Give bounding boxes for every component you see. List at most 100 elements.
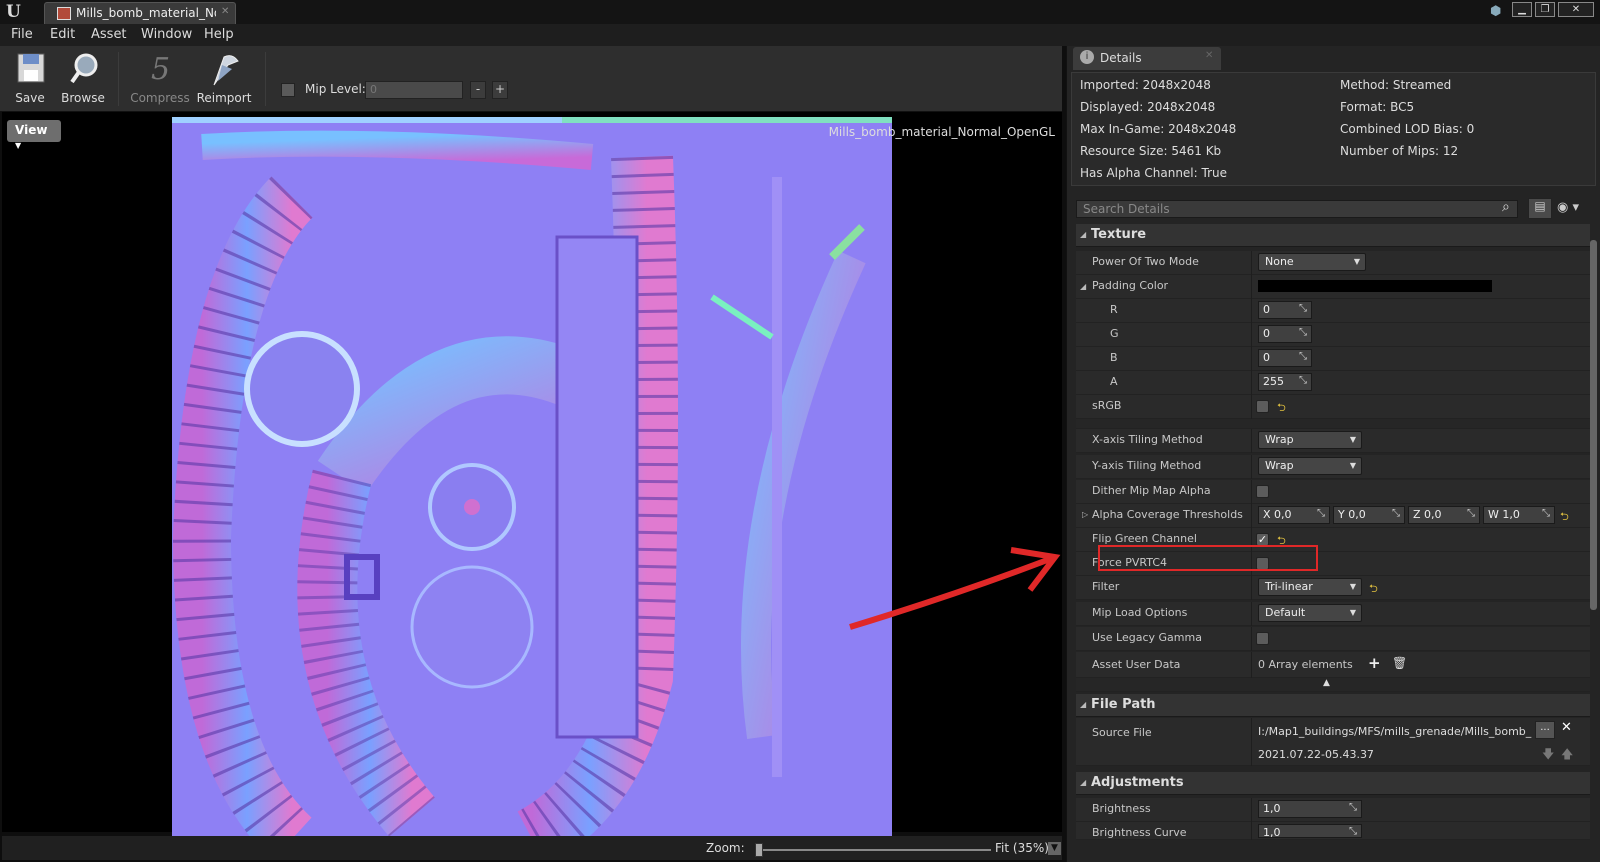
spin-arrows-icon: ⤡ [1299, 351, 1307, 362]
source-file-path: I:/Map1_buildings/MFS/mills_grenade/Mill… [1258, 725, 1532, 738]
save-button[interactable]: Save [5, 49, 55, 109]
browse-magnifier-icon [70, 53, 98, 84]
clear-icon[interactable]: ✕ [1561, 720, 1572, 735]
r-field[interactable]: 0 ⤡ [1258, 301, 1312, 319]
add-element-icon[interactable]: + [1368, 654, 1381, 672]
expand-triangle-icon[interactable]: ▷ [1082, 510, 1088, 519]
mip-minus-button[interactable]: - [470, 81, 486, 99]
brightness-field[interactable]: 1,0 ⤡ [1258, 800, 1362, 818]
asset-tab[interactable]: Mills_bomb_material_Norm ✕ [44, 2, 236, 24]
collapse-triangle-icon: ◢ [1080, 778, 1087, 787]
advanced-toggle-row[interactable]: ▲ [1076, 678, 1590, 692]
row-brightness: Brightness 1,0 ⤡ [1076, 798, 1590, 822]
zoom-slider[interactable] [756, 849, 991, 851]
details-scrollbar[interactable] [1590, 240, 1597, 610]
mip-load-dropdown[interactable]: Default ▼ [1258, 604, 1362, 622]
alpha-x-field[interactable]: X 0,0 ⤡ [1258, 506, 1330, 524]
search-icon[interactable]: ⌕ [1502, 199, 1518, 217]
b-field[interactable]: 0 ⤡ [1258, 349, 1312, 367]
brightness-curve-field[interactable]: 1,0 ⤡ [1258, 824, 1362, 839]
normal-map-image [172, 117, 892, 839]
menu-help[interactable]: Help [204, 27, 234, 42]
search-details-input[interactable]: Search Details [1076, 200, 1518, 218]
view-menu-button[interactable]: View ▼ [7, 120, 61, 150]
brightness-curve-value: 1,0 [1263, 826, 1281, 839]
source-control-icon[interactable]: ⬢ [1490, 4, 1508, 19]
toolbar: Save Browse 5 Compress Reimport [0, 46, 1062, 112]
browse-file-button[interactable]: ... [1535, 721, 1555, 739]
red-highlight-box [1098, 545, 1318, 571]
spin-arrows-icon: ⤡ [1467, 508, 1475, 519]
alpha-w-field[interactable]: W 1,0 ⤡ [1483, 506, 1555, 524]
filter-value: Tri-linear [1265, 580, 1313, 593]
move-down-icon[interactable]: 🡇 [1542, 745, 1554, 766]
section-adjustments-title: Adjustments [1091, 775, 1184, 790]
collapse-advanced-icon[interactable]: ▲ [1323, 678, 1330, 688]
zoom-dropdown-button[interactable]: ▼ [1048, 842, 1061, 855]
zoom-slider-thumb[interactable] [755, 843, 763, 857]
row-srgb: sRGB ⮌ [1076, 395, 1590, 419]
chevron-down-icon: ▼ [1349, 582, 1356, 591]
section-adjustments[interactable]: ◢ Adjustments [1076, 772, 1590, 795]
dither-mip-checkbox[interactable] [1256, 485, 1269, 498]
filter-dropdown[interactable]: Tri-linear ▼ [1258, 578, 1362, 596]
reset-to-default-icon[interactable]: ⮌ [1369, 580, 1378, 599]
collapse-triangle-icon[interactable]: ◢ [1080, 282, 1086, 291]
menu-window[interactable]: Window [141, 27, 192, 42]
row-alpha-coverage: ▷ Alpha Coverage Thresholds X 0,0 ⤡ Y 0,0… [1076, 504, 1590, 528]
brightness-label: Brightness [1092, 802, 1151, 815]
legacy-gamma-checkbox[interactable] [1256, 632, 1269, 645]
visibility-eye-icon[interactable]: ◉ ▾ [1557, 200, 1597, 218]
alpha-y-value: Y 0,0 [1338, 508, 1366, 521]
reset-to-default-icon[interactable]: ⮌ [1277, 399, 1286, 418]
tab-close-icon[interactable]: ✕ [221, 6, 229, 17]
section-file-path-title: File Path [1091, 697, 1156, 712]
row-legacy-gamma: Use Legacy Gamma [1076, 627, 1590, 651]
reset-to-default-icon[interactable]: ⮌ [1560, 508, 1569, 527]
menu-edit[interactable]: Edit [50, 27, 75, 42]
mip-level-checkbox[interactable] [281, 83, 295, 97]
minimize-button[interactable]: ▁ [1512, 2, 1532, 17]
a-field[interactable]: 255 ⤡ [1258, 373, 1312, 391]
row-filter: Filter Tri-linear ▼ ⮌ [1076, 576, 1590, 600]
zoom-bar [2, 836, 1062, 860]
reimport-button[interactable]: Reimport [197, 49, 251, 109]
move-up-icon[interactable]: 🡅 [1561, 745, 1573, 766]
source-file-timestamp: 2021.07.22-05.43.37 [1258, 748, 1374, 761]
alpha-y-field[interactable]: Y 0,0 ⤡ [1333, 506, 1405, 524]
details-tab[interactable]: Details [1073, 47, 1221, 70]
mip-plus-button[interactable]: + [492, 81, 508, 99]
menu-asset[interactable]: Asset [91, 27, 127, 42]
power-of-two-dropdown[interactable]: None ▼ [1258, 253, 1366, 271]
info-displayed: Displayed: 2048x2048 [1080, 100, 1216, 114]
details-tab-close-icon[interactable]: ✕ [1205, 50, 1213, 61]
compress-button[interactable]: 5 Compress [130, 49, 190, 109]
maximize-button[interactable]: ❐ [1535, 2, 1555, 17]
menu-file[interactable]: File [11, 27, 33, 42]
padding-color-swatch[interactable] [1258, 280, 1492, 292]
info-has-alpha: Has Alpha Channel: True [1080, 166, 1227, 180]
x-tiling-dropdown[interactable]: Wrap ▼ [1258, 431, 1362, 449]
g-field[interactable]: 0 ⤡ [1258, 325, 1312, 343]
section-texture[interactable]: ◢ Texture [1076, 224, 1590, 247]
spin-arrows-icon: ⤡ [1299, 327, 1307, 338]
trash-icon[interactable]: 🗑 [1392, 656, 1407, 670]
property-matrix-icon[interactable]: ▤ [1528, 198, 1552, 219]
source-file-label: Source File [1092, 726, 1152, 739]
mip-level-label: Mip Level: [305, 82, 366, 96]
mip-level-field[interactable]: 0 [365, 81, 463, 99]
alpha-z-field[interactable]: Z 0,0 ⤡ [1408, 506, 1480, 524]
y-tiling-label: Y-axis Tiling Method [1092, 459, 1202, 472]
row-dither-mip: Dither Mip Map Alpha [1076, 480, 1590, 504]
texture-info-box: Imported: 2048x2048 Displayed: 2048x2048… [1071, 72, 1596, 186]
row-y-tiling: Y-axis Tiling Method Wrap ▼ [1076, 455, 1590, 479]
close-window-button[interactable]: ✕ [1558, 2, 1594, 17]
a-value: 255 [1263, 375, 1284, 388]
section-texture-title: Texture [1091, 227, 1147, 242]
r-label: R [1110, 303, 1118, 316]
section-file-path[interactable]: ◢ File Path [1076, 694, 1590, 717]
info-imported: Imported: 2048x2048 [1080, 78, 1211, 92]
browse-button[interactable]: Browse [58, 49, 108, 109]
y-tiling-dropdown[interactable]: Wrap ▼ [1258, 457, 1362, 475]
srgb-checkbox[interactable] [1256, 400, 1269, 413]
